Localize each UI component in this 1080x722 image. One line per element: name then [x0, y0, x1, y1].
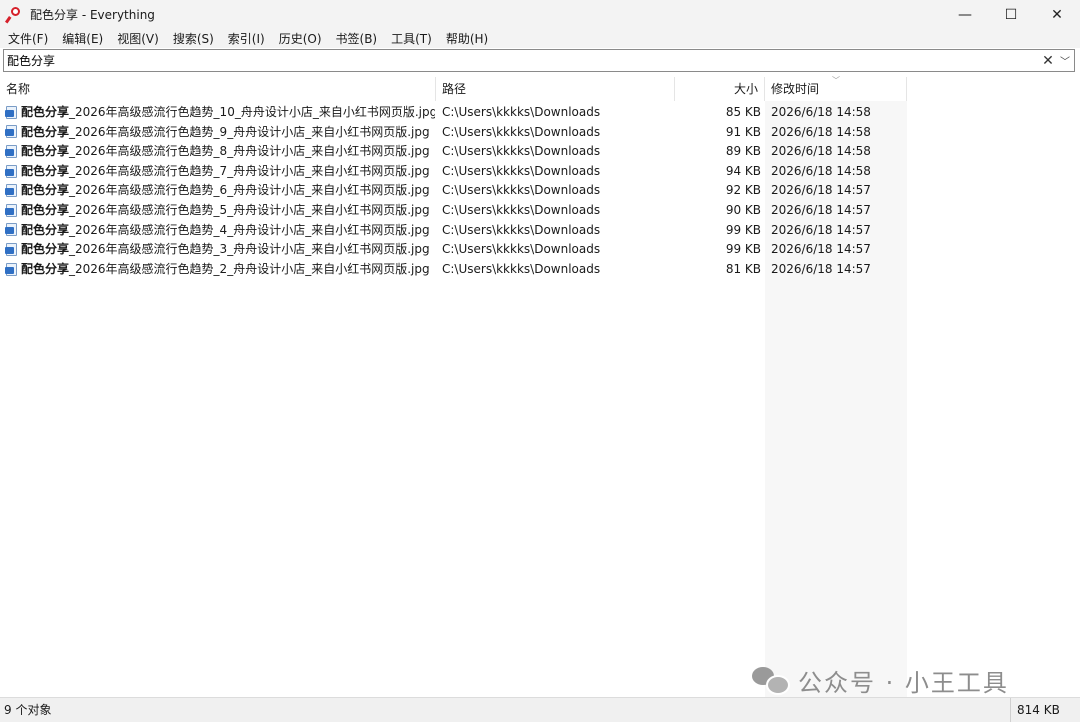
result-size: 91 KB — [725, 124, 761, 139]
result-size: 81 KB — [725, 261, 761, 276]
result-size: 99 KB — [725, 242, 761, 257]
result-name-rest: _2026年高级感流行色趋势_2_舟舟设计小店_来自小红书网页版.jpg — [69, 261, 430, 276]
menu-tools[interactable]: 工具(T) — [384, 30, 439, 47]
result-size: 92 KB — [725, 183, 761, 198]
result-row[interactable]: 配色分享 _2026年高级感流行色趋势_4_舟舟设计小店_来自小红书网页版.jpg… — [0, 221, 1080, 241]
result-modified: 2026/6/18 14:58 — [771, 105, 871, 119]
wechat-icon — [752, 665, 790, 695]
jpg-file-icon — [5, 164, 18, 179]
window-title: 配色分享 - Everything — [30, 8, 155, 22]
result-modified: 2026/6/18 14:57 — [771, 261, 871, 276]
result-path: C:\Users\kkkks\Downloads — [442, 222, 601, 237]
jpg-file-icon — [5, 203, 18, 218]
jpg-file-icon — [5, 262, 18, 277]
result-modified: 2026/6/18 14:57 — [771, 222, 871, 237]
clear-search-icon[interactable]: ✕ — [1040, 53, 1056, 69]
result-path: C:\Users\kkkks\Downloads — [442, 261, 601, 276]
search-history-dropdown-icon[interactable]: ﹀ — [1056, 53, 1074, 68]
result-path: C:\Users\kkkks\Downloads — [442, 242, 601, 257]
result-modified: 2026/6/18 14:58 — [771, 163, 871, 178]
menu-file[interactable]: 文件(F) — [0, 30, 55, 47]
result-size: 85 KB — [725, 105, 761, 119]
result-name-match: 配色分享 — [21, 124, 70, 139]
total-size: 814 KB — [1010, 698, 1080, 722]
search-bar: ✕ ﹀ — [3, 49, 1075, 72]
result-modified: 2026/6/18 14:57 — [771, 183, 871, 198]
result-name-rest: _2026年高级感流行色趋势_10_舟舟设计小店_来自小红书网页版.jpg — [69, 105, 435, 119]
menu-view[interactable]: 视图(V) — [110, 30, 166, 47]
result-modified: 2026/6/18 14:58 — [771, 124, 871, 139]
column-header-path[interactable]: 路径 — [436, 77, 675, 101]
result-row[interactable]: 配色分享 _2026年高级感流行色趋势_9_舟舟设计小店_来自小红书网页版.jpg… — [0, 123, 1080, 143]
menu-history[interactable]: 历史(O) — [272, 30, 329, 47]
status-bar: 9 个对象 814 KB — [0, 697, 1080, 722]
close-button[interactable]: ✕ — [1034, 0, 1080, 29]
menu-search[interactable]: 搜索(S) — [166, 30, 221, 47]
result-path: C:\Users\kkkks\Downloads — [442, 202, 601, 217]
result-name-rest: _2026年高级感流行色趋势_3_舟舟设计小店_来自小红书网页版.jpg — [69, 242, 430, 257]
result-name-match: 配色分享 — [21, 261, 70, 276]
result-name-rest: _2026年高级感流行色趋势_7_舟舟设计小店_来自小红书网页版.jpg — [69, 163, 430, 178]
result-name-rest: _2026年高级感流行色趋势_6_舟舟设计小店_来自小红书网页版.jpg — [69, 183, 430, 198]
result-name-match: 配色分享 — [21, 144, 70, 159]
result-path: C:\Users\kkkks\Downloads — [442, 105, 601, 119]
minimize-button[interactable]: — — [942, 0, 988, 29]
jpg-file-icon — [5, 144, 18, 159]
menu-help[interactable]: 帮助(H) — [439, 30, 495, 47]
jpg-file-icon — [5, 125, 18, 139]
result-row[interactable]: 配色分享 _2026年高级感流行色趋势_7_舟舟设计小店_来自小红书网页版.jpg… — [0, 162, 1080, 182]
menu-index[interactable]: 索引(I) — [221, 30, 272, 47]
column-header-name[interactable]: 名称 — [0, 77, 436, 101]
result-path: C:\Users\kkkks\Downloads — [442, 124, 601, 139]
result-path: C:\Users\kkkks\Downloads — [442, 144, 601, 159]
result-modified: 2026/6/18 14:57 — [771, 202, 871, 217]
object-count: 9 个对象 — [4, 703, 52, 717]
result-name-rest: _2026年高级感流行色趋势_5_舟舟设计小店_来自小红书网页版.jpg — [69, 202, 430, 217]
result-row[interactable]: 配色分享 _2026年高级感流行色趋势_6_舟舟设计小店_来自小红书网页版.jpg… — [0, 181, 1080, 201]
jpg-file-icon — [5, 184, 18, 198]
results-list: 配色分享 _2026年高级感流行色趋势_10_舟舟设计小店_来自小红书网页版.jp… — [0, 103, 1080, 279]
result-name-match: 配色分享 — [21, 163, 70, 178]
watermark-text: 公众号 · 小王工具 — [798, 668, 1009, 697]
result-size: 90 KB — [725, 202, 761, 217]
result-name-match: 配色分享 — [21, 202, 70, 217]
result-name-match: 配色分享 — [21, 222, 70, 237]
sort-descending-icon: ﹀ — [832, 76, 840, 85]
title-bar: 配色分享 - Everything — ☐ ✕ — [0, 0, 1080, 29]
result-modified: 2026/6/18 14:58 — [771, 144, 871, 159]
result-path: C:\Users\kkkks\Downloads — [442, 163, 601, 178]
result-row[interactable]: 配色分享 _2026年高级感流行色趋势_10_舟舟设计小店_来自小红书网页版.jp… — [0, 103, 1080, 123]
result-name-rest: _2026年高级感流行色趋势_4_舟舟设计小店_来自小红书网页版.jpg — [69, 222, 430, 237]
window-controls: — ☐ ✕ — [942, 0, 1080, 29]
result-name-match: 配色分享 — [21, 242, 70, 257]
result-size: 94 KB — [725, 163, 761, 178]
maximize-button[interactable]: ☐ — [988, 0, 1034, 29]
menu-bar: 文件(F) 编辑(E) 视图(V) 搜索(S) 索引(I) 历史(O) 书签(B… — [0, 29, 1080, 48]
result-name-rest: _2026年高级感流行色趋势_9_舟舟设计小店_来自小红书网页版.jpg — [69, 124, 430, 139]
menu-edit[interactable]: 编辑(E) — [55, 30, 110, 47]
result-name-match: 配色分享 — [21, 105, 70, 119]
menu-bookmarks[interactable]: 书签(B) — [329, 30, 385, 47]
result-path: C:\Users\kkkks\Downloads — [442, 183, 601, 198]
result-row[interactable]: 配色分享 _2026年高级感流行色趋势_8_舟舟设计小店_来自小红书网页版.jpg… — [0, 142, 1080, 162]
result-name-rest: _2026年高级感流行色趋势_8_舟舟设计小店_来自小红书网页版.jpg — [69, 144, 430, 159]
result-modified: 2026/6/18 14:57 — [771, 242, 871, 257]
search-input[interactable] — [4, 50, 1040, 71]
result-row[interactable]: 配色分享 _2026年高级感流行色趋势_5_舟舟设计小店_来自小红书网页版.jpg… — [0, 201, 1080, 221]
jpg-file-icon — [5, 242, 18, 257]
everything-app-icon — [4, 6, 24, 23]
jpg-file-icon — [5, 223, 18, 237]
result-row[interactable]: 配色分享 _2026年高级感流行色趋势_2_舟舟设计小店_来自小红书网页版.jpg… — [0, 260, 1080, 280]
watermark: 公众号 · 小王工具 — [752, 660, 1009, 700]
result-name-match: 配色分享 — [21, 183, 70, 198]
column-header: 名称 路径 大小 修改时间 — [0, 77, 1080, 102]
result-row[interactable]: 配色分享 _2026年高级感流行色趋势_3_舟舟设计小店_来自小红书网页版.jpg… — [0, 240, 1080, 260]
result-size: 89 KB — [725, 144, 761, 159]
result-size: 99 KB — [725, 222, 761, 237]
jpg-file-icon — [5, 105, 18, 120]
column-header-size[interactable]: 大小 — [675, 77, 765, 101]
